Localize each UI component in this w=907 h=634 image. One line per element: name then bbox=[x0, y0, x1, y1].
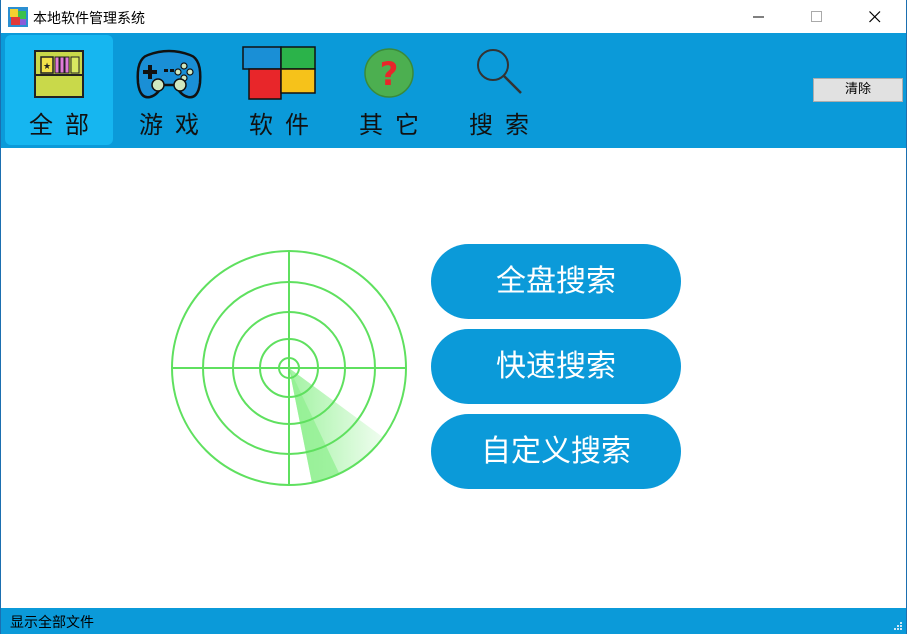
app-window: 本地软件管理系统 ★ 全部 游戏 软件 ? 其它 搜索 清除 全盘搜索 快速搜索… bbox=[0, 0, 907, 634]
app-icon bbox=[8, 7, 28, 27]
svg-text:?: ? bbox=[380, 55, 399, 93]
main-panel: 全盘搜索 快速搜索 自定义搜索 bbox=[1, 148, 906, 608]
nav-label-games: 游戏 bbox=[139, 111, 211, 139]
quick-search-button[interactable]: 快速搜索 bbox=[431, 329, 681, 404]
nav-item-all[interactable]: ★ 全部 bbox=[5, 35, 113, 145]
status-bar: 显示全部文件 bbox=[1, 608, 906, 634]
all-files-icon: ★ bbox=[34, 50, 84, 98]
nav-item-search[interactable]: 搜索 bbox=[445, 35, 553, 145]
radar-icon bbox=[171, 250, 407, 486]
nav-label-all: 全部 bbox=[29, 111, 101, 139]
custom-search-button[interactable]: 自定义搜索 bbox=[431, 414, 681, 489]
nav-label-software: 软件 bbox=[249, 111, 321, 139]
title-bar[interactable]: 本地软件管理系统 bbox=[1, 0, 906, 33]
nav-item-games[interactable]: 游戏 bbox=[115, 35, 223, 145]
minimize-icon bbox=[753, 16, 764, 17]
window-title: 本地软件管理系统 bbox=[33, 11, 145, 27]
toolbar: ★ 全部 游戏 软件 ? 其它 搜索 清除 bbox=[1, 33, 906, 148]
gamepad-icon bbox=[136, 49, 202, 99]
nav-item-other[interactable]: ? 其它 bbox=[335, 35, 443, 145]
maximize-button[interactable] bbox=[788, 0, 846, 33]
close-icon bbox=[869, 10, 881, 22]
minimize-button[interactable] bbox=[730, 0, 788, 33]
close-button[interactable] bbox=[846, 0, 904, 33]
status-text: 显示全部文件 bbox=[10, 615, 94, 631]
nav-item-software[interactable]: 软件 bbox=[225, 35, 333, 145]
nav-label-other: 其它 bbox=[359, 111, 431, 139]
clear-button[interactable]: 清除 bbox=[813, 78, 903, 102]
resize-grip-icon[interactable] bbox=[892, 620, 902, 630]
maximize-icon bbox=[811, 10, 822, 22]
svg-text:★: ★ bbox=[43, 62, 51, 72]
search-icon bbox=[477, 49, 522, 94]
software-blocks-icon bbox=[242, 46, 316, 100]
question-icon: ? bbox=[364, 48, 414, 98]
nav-label-search: 搜索 bbox=[469, 111, 541, 139]
full-disk-search-button[interactable]: 全盘搜索 bbox=[431, 244, 681, 319]
